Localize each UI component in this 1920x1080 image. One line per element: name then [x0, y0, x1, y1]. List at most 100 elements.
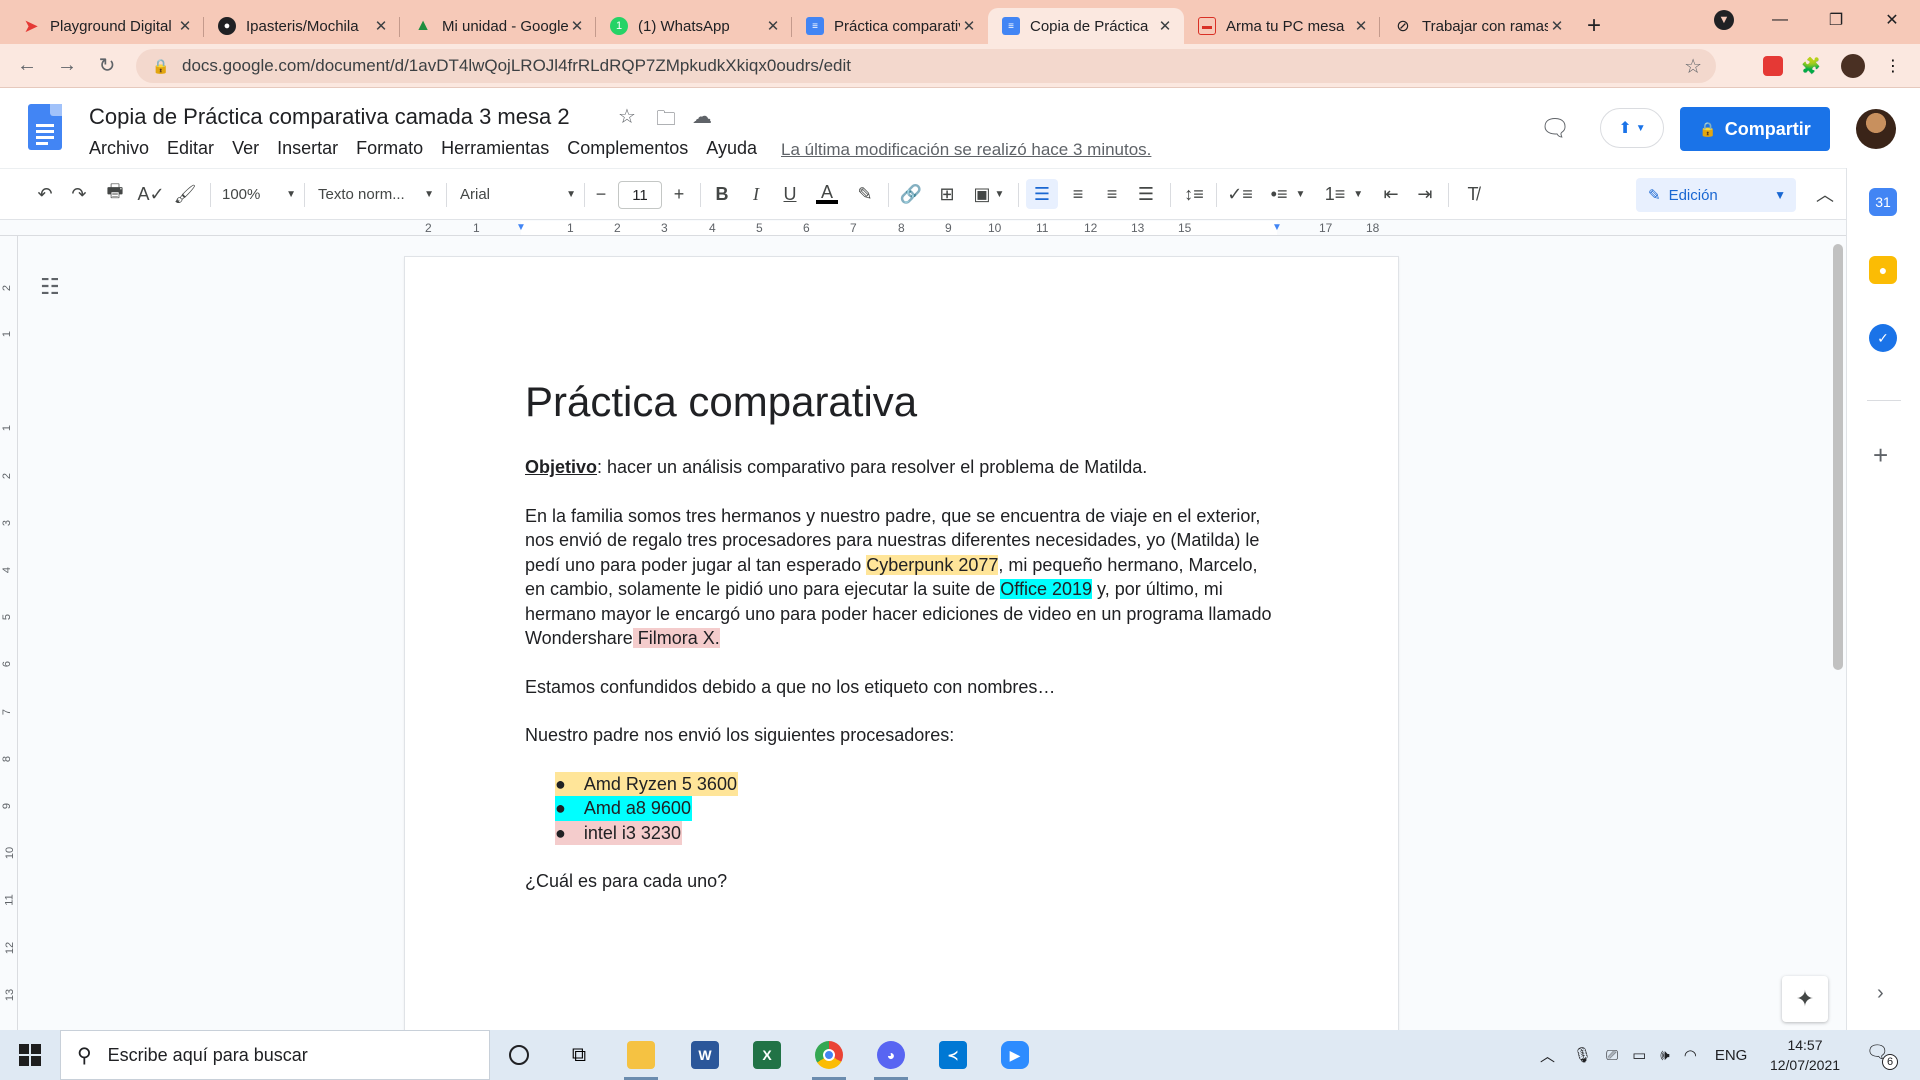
volume-icon[interactable]: 🕪: [1660, 1047, 1669, 1064]
docs-logo-icon[interactable]: [28, 104, 62, 150]
browser-tab-active[interactable]: ≡ Copia de Práctica ✕: [988, 8, 1184, 44]
browser-tab[interactable]: ▬ Arma tu PC mesa ✕: [1184, 8, 1380, 44]
move-folder-icon[interactable]: 🗀: [656, 104, 676, 138]
editing-mode-select[interactable]: ✎ Edición ▼: [1636, 178, 1796, 212]
keep-icon[interactable]: ●: [1869, 256, 1897, 284]
language-indicator[interactable]: ENG: [1715, 1047, 1748, 1064]
redo-icon[interactable]: ↷: [64, 179, 94, 209]
show-hidden-icons-icon[interactable]: ︿: [1540, 1045, 1555, 1066]
close-icon[interactable]: ✕: [568, 17, 586, 35]
spellcheck-icon[interactable]: A✓: [136, 179, 166, 209]
menu-archivo[interactable]: Archivo: [80, 138, 158, 159]
browser-tab[interactable]: 1 (1) WhatsApp ✕: [596, 8, 792, 44]
document-page[interactable]: Práctica comparativa Objetivo: hacer un …: [405, 257, 1398, 1057]
close-icon[interactable]: ✕: [372, 17, 390, 35]
right-indent-marker-icon[interactable]: ▼: [1272, 222, 1282, 233]
vscode-icon[interactable]: ≺: [928, 1035, 978, 1075]
task-view-icon[interactable]: ⧉: [554, 1035, 604, 1075]
horizontal-ruler[interactable]: 2 1 ▼ 1 2 3 4 5 6 7 8 9 10 11 12 13 15 ▼…: [0, 220, 1846, 236]
forward-button[interactable]: →: [50, 49, 84, 83]
minimize-button[interactable]: —: [1752, 0, 1808, 40]
browser-tab[interactable]: ● Ipasteris/Mochila ✕: [204, 8, 400, 44]
clear-formatting-icon[interactable]: T̸: [1458, 179, 1488, 209]
font-size-input[interactable]: 11: [618, 181, 662, 209]
italic-icon[interactable]: I: [742, 179, 770, 209]
paragraph-style-select[interactable]: Texto norm... ▼: [318, 179, 434, 209]
scrollbar-thumb[interactable]: [1833, 244, 1843, 670]
menu-formato[interactable]: Formato: [347, 138, 432, 159]
browser-tab[interactable]: ➤ Playground Digital ✕: [8, 8, 204, 44]
reload-button[interactable]: ↻: [90, 49, 124, 83]
document-outline-icon[interactable]: ☷: [40, 274, 60, 300]
new-tab-button[interactable]: +: [1576, 8, 1612, 44]
cloud-saved-icon[interactable]: ☁: [692, 104, 712, 129]
extensions-puzzle-icon[interactable]: 🧩: [1796, 51, 1826, 81]
star-icon[interactable]: ☆: [618, 104, 636, 129]
zoom-select[interactable]: 100% ▼: [222, 179, 296, 209]
numbered-list-icon[interactable]: 1≡ ▼: [1318, 179, 1370, 209]
paint-format-icon[interactable]: 🖌: [170, 179, 200, 209]
back-button[interactable]: ←: [10, 49, 44, 83]
close-icon[interactable]: ✕: [764, 17, 782, 35]
align-center-icon[interactable]: ≡: [1062, 179, 1094, 209]
calendar-icon[interactable]: 31: [1869, 188, 1897, 216]
align-left-icon[interactable]: ☰: [1026, 179, 1058, 209]
menu-ver[interactable]: Ver: [223, 138, 268, 159]
insert-link-icon[interactable]: 🔗: [896, 179, 926, 209]
close-icon[interactable]: ✕: [1352, 17, 1370, 35]
start-button[interactable]: [0, 1030, 60, 1080]
close-icon[interactable]: ✕: [960, 17, 978, 35]
explore-icon[interactable]: ✦: [1782, 976, 1828, 1022]
chrome-menu-icon[interactable]: ⋮: [1878, 51, 1908, 81]
file-explorer-icon[interactable]: [616, 1035, 666, 1080]
add-comment-icon[interactable]: ⊞: [932, 179, 962, 209]
highlight-color-icon[interactable]: ✎: [850, 179, 880, 209]
add-addon-icon[interactable]: +: [1873, 440, 1888, 471]
show-side-panel-icon[interactable]: ›: [1877, 982, 1884, 1005]
bookmark-star-icon[interactable]: ☆: [1684, 54, 1702, 79]
taskbar-clock[interactable]: 14:57 12/07/2021: [1760, 1035, 1850, 1075]
wifi-icon[interactable]: ◠: [1684, 1046, 1697, 1064]
collapse-menus-icon[interactable]: ︿: [1810, 179, 1840, 209]
profile-avatar[interactable]: [1838, 51, 1868, 81]
browser-tab[interactable]: ⊘ Trabajar con ramas ✕: [1380, 8, 1576, 44]
tasks-icon[interactable]: ✓: [1869, 324, 1897, 352]
chrome-icon[interactable]: [804, 1035, 854, 1080]
extension-icon[interactable]: [1758, 51, 1788, 81]
underline-icon[interactable]: U: [776, 179, 804, 209]
indent-marker-icon[interactable]: ▼: [516, 222, 526, 233]
address-bar[interactable]: 🔒 docs.google.com/document/d/1avDT4lwQoj…: [136, 49, 1716, 83]
zoom-icon[interactable]: ▶: [990, 1035, 1040, 1075]
font-family-select[interactable]: Arial ▼: [460, 179, 576, 209]
align-justify-icon[interactable]: ☰: [1130, 179, 1162, 209]
battery-icon[interactable]: ▭: [1632, 1046, 1646, 1064]
comment-history-icon[interactable]: 🗨: [1540, 114, 1570, 143]
microphone-icon[interactable]: 🎙: [1573, 1046, 1592, 1064]
browser-tab[interactable]: ▲ Mi unidad - Google Drive ✕: [400, 8, 596, 44]
menu-editar[interactable]: Editar: [158, 138, 223, 159]
close-icon[interactable]: ✕: [1548, 17, 1566, 35]
share-button[interactable]: 🔒 Compartir: [1680, 107, 1830, 151]
bulleted-list-icon[interactable]: •≡ ▼: [1262, 179, 1314, 209]
account-avatar[interactable]: [1856, 109, 1896, 149]
close-window-button[interactable]: ✕: [1864, 0, 1920, 40]
line-spacing-icon[interactable]: ↕≡: [1178, 179, 1210, 209]
restore-button[interactable]: ❐: [1808, 0, 1864, 40]
checklist-icon[interactable]: ✓≡: [1224, 179, 1256, 209]
menu-ayuda[interactable]: Ayuda: [697, 138, 766, 159]
camera-icon[interactable]: ⎚: [1606, 1047, 1618, 1064]
decrease-font-size-button[interactable]: −: [588, 179, 614, 209]
increase-font-size-button[interactable]: +: [666, 179, 692, 209]
close-icon[interactable]: ✕: [176, 17, 194, 35]
document-title[interactable]: Copia de Práctica comparativa camada 3 m…: [89, 104, 570, 130]
last-edit-link[interactable]: La última modificación se realizó hace 3…: [781, 140, 1151, 160]
discord-icon[interactable]: ◕: [866, 1035, 916, 1080]
increase-indent-icon[interactable]: ⇥: [1410, 179, 1440, 209]
bold-icon[interactable]: B: [708, 179, 736, 209]
close-icon[interactable]: ✕: [1156, 17, 1174, 35]
decrease-indent-icon[interactable]: ⇤: [1376, 179, 1406, 209]
present-button[interactable]: ⬆ ▼: [1600, 108, 1664, 148]
tab-search-button[interactable]: ▼: [1696, 0, 1752, 40]
browser-tab[interactable]: ≡ Práctica comparativa ✕: [792, 8, 988, 44]
print-icon[interactable]: 🖶: [100, 179, 130, 209]
